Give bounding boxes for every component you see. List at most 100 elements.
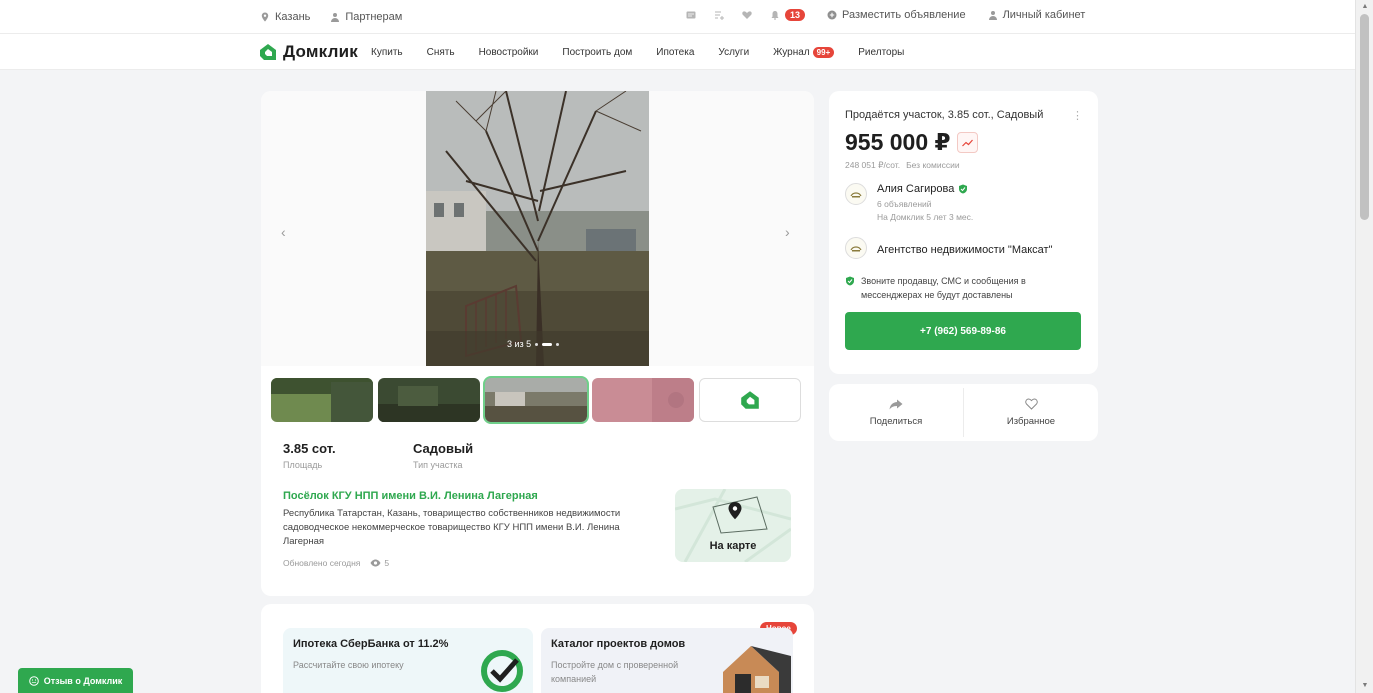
photo-gallery: ‹ › 3 из 5 <box>261 91 814 366</box>
domclick-logo-icon <box>741 391 759 409</box>
share-label: Поделиться <box>869 415 923 427</box>
show-phone-button[interactable]: +7 (962) 569-89-86 <box>845 312 1081 350</box>
catalog-promo-subtitle: Постройте дом с проверенной компанией <box>551 660 679 684</box>
gallery-next-arrow-icon[interactable]: › <box>785 224 790 240</box>
city-selector[interactable]: Казань <box>260 11 310 23</box>
heart-outline-icon <box>1024 398 1038 410</box>
agency-info[interactable]: Агентство недвижимости "Максат" <box>845 237 1053 259</box>
gallery-prev-arrow-icon[interactable]: ‹ <box>281 224 286 240</box>
feature-type-value: Садовый <box>413 441 474 456</box>
contact-notice-text: Звоните продавцу, СМС и сообщения в месс… <box>861 276 1026 300</box>
price-row: 955 000 ₽ <box>845 129 978 156</box>
listing-price: 955 000 ₽ <box>845 129 951 155</box>
thumbnail-3-active[interactable] <box>483 376 589 424</box>
scrollbar-thumb[interactable] <box>1360 14 1369 220</box>
nav-item-build-house[interactable]: Построить дом <box>562 47 632 58</box>
feature-area-label: Площадь <box>283 460 323 470</box>
notifications-button[interactable]: 13 <box>770 9 806 21</box>
promo-section: Новое Ипотека СберБанка от 11.2% Рассчит… <box>261 604 814 693</box>
thumbnail-1[interactable] <box>271 378 373 422</box>
plot-features: 3.85 сот. Площадь Садовый Тип участка <box>283 441 543 470</box>
topbar-left: Казань Партнерам <box>260 11 402 23</box>
price-contact-card: Продаётся участок, 3.85 сот., Садовый ⋮ … <box>829 91 1098 374</box>
mortgage-promo-subtitle: Рассчитайте свою ипотеку <box>293 660 404 670</box>
nav-menu: Купить Снять Новостройки Построить дом И… <box>371 47 928 58</box>
gallery-dot <box>535 342 539 346</box>
scroll-up-arrow-icon[interactable]: ▲ <box>1361 3 1369 11</box>
domclick-logo[interactable]: Домклик <box>258 42 358 62</box>
trend-chart-icon <box>961 139 973 146</box>
mortgage-promo-title: Ипотека СберБанка от 11.2% <box>293 638 449 650</box>
partners-label: Партнерам <box>345 11 403 23</box>
feedback-button[interactable]: Отзыв о Домклик <box>18 668 133 693</box>
feedback-label: Отзыв о Домклик <box>43 675 123 686</box>
listing-main-card: ‹ › 3 из 5 3.85 сот. Площадь Садовый Тип… <box>261 91 814 596</box>
nav-item-new-buildings[interactable]: Новостройки <box>479 47 539 58</box>
compare-icon[interactable] <box>714 10 724 20</box>
nav-item-realtors[interactable]: Риелторы <box>858 47 904 58</box>
partners-link[interactable]: Партнерам <box>330 11 402 23</box>
thumbnail-4-image <box>592 378 694 422</box>
page-scrollbar[interactable]: ▲ ▼ <box>1355 0 1373 693</box>
garden-plot-photo <box>426 91 649 366</box>
photo-thumbnails <box>271 376 801 424</box>
sber-mortgage-promo[interactable]: Ипотека СберБанка от 11.2% Рассчитайте с… <box>283 628 533 693</box>
seller-avatar <box>845 183 867 205</box>
nav-item-journal[interactable]: Журнал 99+ <box>773 47 835 58</box>
address-text: Республика Татарстан, Казань, товарищест… <box>283 508 621 547</box>
thumbnail-4[interactable] <box>592 378 694 422</box>
listing-actions-card: Поделиться Избранное <box>829 384 1098 441</box>
journal-badge: 99+ <box>812 47 835 58</box>
listing-title: Продаётся участок, 3.85 сот., Садовый <box>845 109 1044 121</box>
seller-name: Алия Сагирова <box>877 183 955 195</box>
thumbnail-2[interactable] <box>378 378 480 422</box>
views-counter: 5 <box>370 558 389 568</box>
main-photo[interactable] <box>426 91 649 366</box>
map-button[interactable]: На карте <box>675 489 791 562</box>
nav-item-mortgage[interactable]: Ипотека <box>656 47 694 58</box>
heart-icon[interactable] <box>742 10 752 20</box>
messages-icon[interactable] <box>686 10 696 20</box>
seller-name-row: Алия Сагирова <box>877 183 973 195</box>
smile-icon <box>28 675 39 686</box>
verified-shield-icon <box>846 276 854 286</box>
share-arrow-icon <box>889 399 903 409</box>
nav-item-rent[interactable]: Снять <box>427 47 455 58</box>
catalog-promo-title: Каталог проектов домов <box>551 638 686 650</box>
house-image <box>723 646 791 693</box>
post-ad-label: Разместить объявление <box>842 9 966 21</box>
favorite-button[interactable]: Избранное <box>964 384 1098 441</box>
account-label: Личный кабинет <box>1002 9 1086 21</box>
scroll-down-arrow-icon[interactable]: ▼ <box>1361 682 1369 690</box>
main-navbar: Домклик Купить Снять Новостройки Построи… <box>0 34 1355 70</box>
nav-item-services[interactable]: Услуги <box>718 47 749 58</box>
eye-icon <box>370 559 381 567</box>
price-trend-button[interactable] <box>956 132 978 153</box>
photo-counter-text: 3 из 5 <box>507 339 532 349</box>
agency-logo-icon <box>850 192 862 198</box>
agency-name: Агентство недвижимости "Максат" <box>877 244 1053 256</box>
seller-info[interactable]: Алия Сагирова 6 объявлений На Домклик 5 … <box>845 183 973 223</box>
nav-item-buy[interactable]: Купить <box>371 47 403 58</box>
post-ad-link[interactable]: Разместить объявление <box>827 9 966 21</box>
thumbnail-2-image <box>378 378 480 422</box>
map-label: На карте <box>709 540 757 552</box>
account-link[interactable]: Личный кабинет <box>988 9 1086 21</box>
top-utility-bar: Казань Партнерам 13 Разместить объявлени… <box>0 0 1355 34</box>
thumbnail-1-image <box>271 378 373 422</box>
address-title-link[interactable]: Посёлок КГУ НПП имени В.И. Ленина Лагерн… <box>283 490 538 502</box>
seller-since: На Домклик 5 лет 3 мес. <box>877 212 974 222</box>
seller-ads-count: 6 объявлений <box>877 199 932 209</box>
gallery-dot <box>556 342 560 346</box>
feature-area: 3.85 сот. Площадь <box>283 441 413 470</box>
house-catalog-promo[interactable]: Каталог проектов домов Постройте дом с п… <box>541 628 793 693</box>
verified-shield-icon <box>959 184 968 194</box>
photo-counter: 3 из 5 <box>507 339 560 349</box>
more-options-icon[interactable]: ⋮ <box>1072 109 1083 122</box>
gallery-dot-active <box>542 342 553 346</box>
domclick-logo-icon <box>260 44 276 60</box>
thumbnail-5-logo[interactable] <box>699 378 801 422</box>
nav-item-journal-label: Журнал <box>773 47 810 58</box>
bell-icon <box>771 11 779 20</box>
share-button[interactable]: Поделиться <box>829 384 963 441</box>
